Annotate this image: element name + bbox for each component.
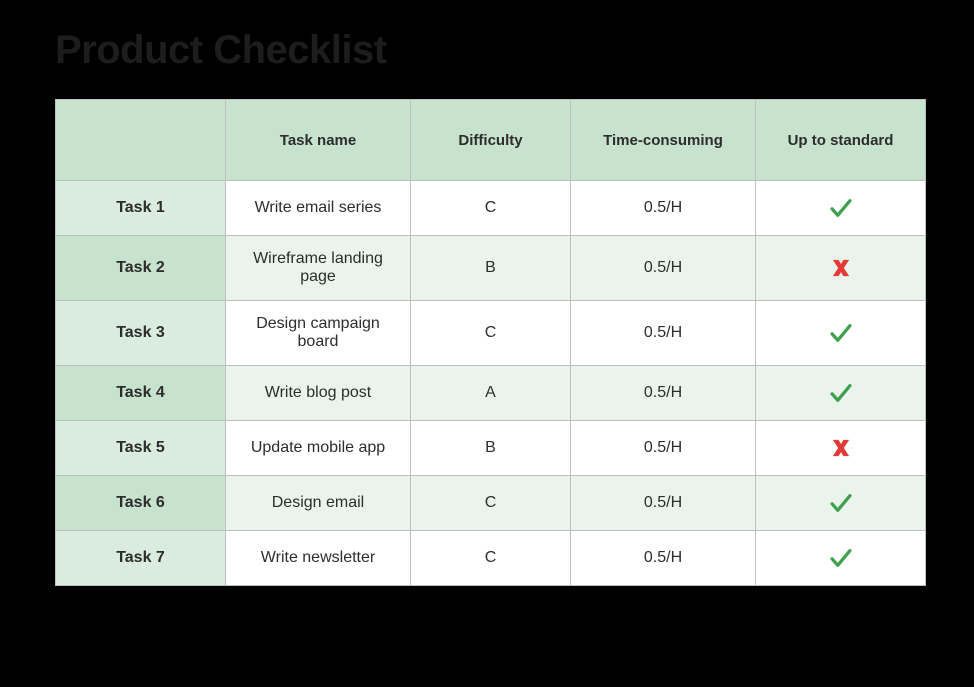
page-title: Product Checklist <box>55 28 934 73</box>
table-row: Task 1Write email seriesC0.5/H <box>56 181 926 236</box>
cross-icon <box>828 259 854 276</box>
table-row: Task 2Wireframe landing pageB0.5/H <box>56 236 926 301</box>
standard-cell <box>756 301 926 366</box>
table-row: Task 6Design emailC0.5/H <box>56 476 926 531</box>
difficulty-cell: C <box>411 531 571 586</box>
difficulty-cell: C <box>411 181 571 236</box>
check-icon <box>828 384 854 401</box>
header-task-name: Task name <box>226 100 411 181</box>
table-row: Task 5Update mobile appB0.5/H <box>56 421 926 476</box>
time-cell: 0.5/H <box>571 236 756 301</box>
check-icon <box>828 494 854 511</box>
difficulty-cell: A <box>411 366 571 421</box>
difficulty-cell: B <box>411 236 571 301</box>
header-standard: Up to standard <box>756 100 926 181</box>
task-name-cell: Design campaign board <box>226 301 411 366</box>
time-cell: 0.5/H <box>571 531 756 586</box>
header-difficulty: Difficulty <box>411 100 571 181</box>
check-icon <box>828 549 854 566</box>
row-label: Task 3 <box>56 301 226 366</box>
table-header-row: Task name Difficulty Time-consuming Up t… <box>56 100 926 181</box>
standard-cell <box>756 421 926 476</box>
header-blank <box>56 100 226 181</box>
row-label: Task 6 <box>56 476 226 531</box>
task-name-cell: Update mobile app <box>226 421 411 476</box>
cross-icon <box>828 439 854 456</box>
difficulty-cell: B <box>411 421 571 476</box>
row-label: Task 2 <box>56 236 226 301</box>
task-name-cell: Write blog post <box>226 366 411 421</box>
header-time: Time-consuming <box>571 100 756 181</box>
difficulty-cell: C <box>411 476 571 531</box>
check-icon <box>828 324 854 341</box>
time-cell: 0.5/H <box>571 366 756 421</box>
check-icon <box>828 199 854 216</box>
row-label: Task 7 <box>56 531 226 586</box>
row-label: Task 4 <box>56 366 226 421</box>
standard-cell <box>756 531 926 586</box>
task-name-cell: Design email <box>226 476 411 531</box>
time-cell: 0.5/H <box>571 181 756 236</box>
table-row: Task 3Design campaign boardC0.5/H <box>56 301 926 366</box>
time-cell: 0.5/H <box>571 301 756 366</box>
standard-cell <box>756 236 926 301</box>
difficulty-cell: C <box>411 301 571 366</box>
table-row: Task 7Write newsletterC0.5/H <box>56 531 926 586</box>
page: Product Checklist Task name Difficulty T… <box>0 0 974 626</box>
standard-cell <box>756 366 926 421</box>
row-label: Task 1 <box>56 181 226 236</box>
row-label: Task 5 <box>56 421 226 476</box>
standard-cell <box>756 181 926 236</box>
task-name-cell: Wireframe landing page <box>226 236 411 301</box>
checklist-table: Task name Difficulty Time-consuming Up t… <box>55 99 926 586</box>
task-name-cell: Write email series <box>226 181 411 236</box>
table-row: Task 4Write blog postA0.5/H <box>56 366 926 421</box>
time-cell: 0.5/H <box>571 421 756 476</box>
time-cell: 0.5/H <box>571 476 756 531</box>
standard-cell <box>756 476 926 531</box>
task-name-cell: Write newsletter <box>226 531 411 586</box>
